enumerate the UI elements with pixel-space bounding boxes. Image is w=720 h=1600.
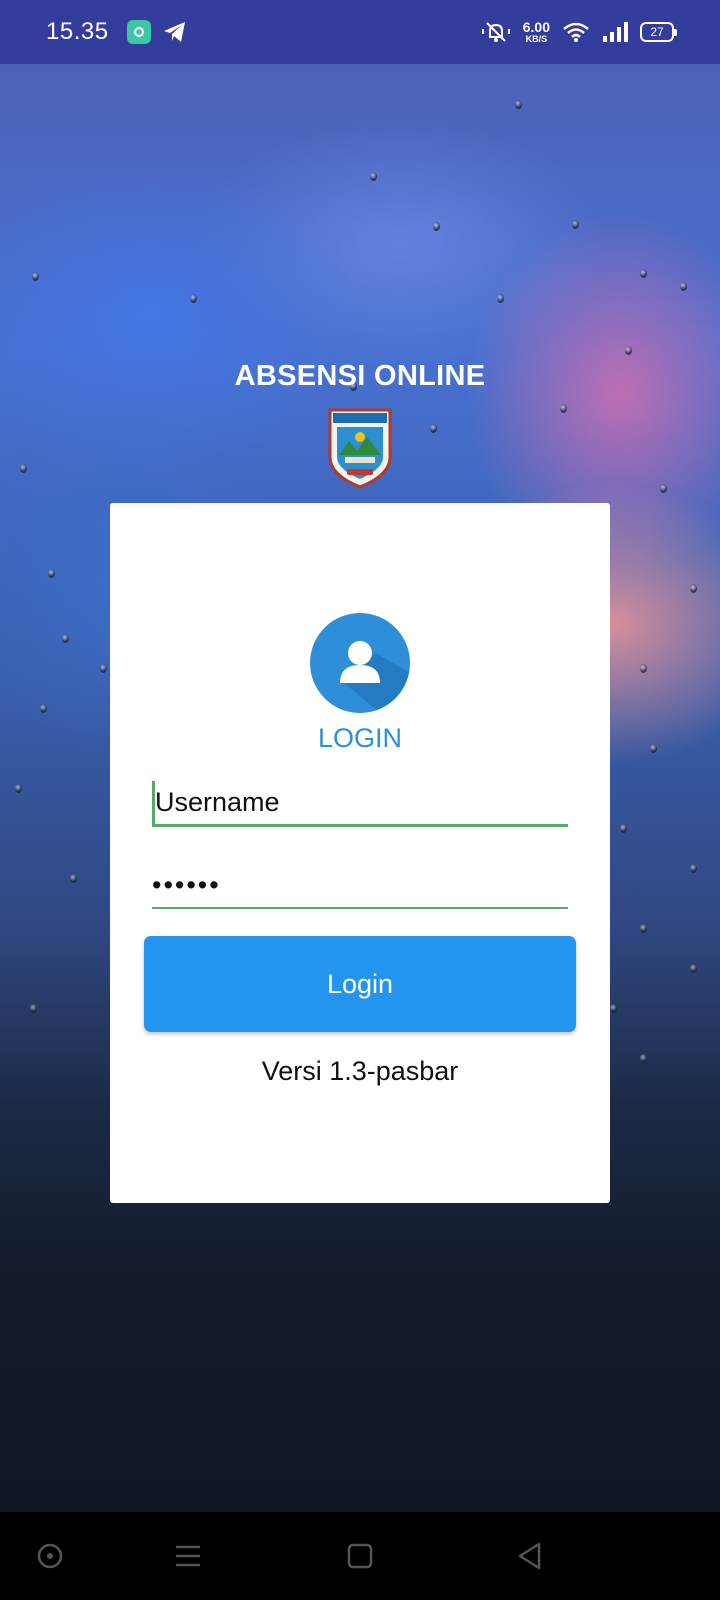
login-card: LOGIN Login Versi 1.3-pasbar (110, 503, 610, 1203)
assistant-button[interactable] (34, 1540, 66, 1572)
username-field[interactable] (152, 781, 568, 827)
signal-icon (603, 22, 628, 42)
battery-level: 27 (650, 25, 664, 39)
login-button[interactable]: Login (144, 936, 576, 1032)
wifi-icon (563, 22, 589, 42)
app-title: ABSENSI ONLINE (234, 360, 486, 392)
back-button[interactable] (514, 1540, 546, 1572)
telegram-icon (163, 22, 185, 42)
status-bar: 15.35 6.00 KB/S 27 (0, 0, 720, 64)
network-speed: 6.00 KB/S (522, 19, 550, 44)
battery-icon: 27 (640, 22, 677, 42)
version-label: Versi 1.3-pasbar (261, 1056, 459, 1086)
user-avatar-icon (310, 613, 410, 713)
navigation-bar (0, 1512, 720, 1600)
home-button[interactable] (344, 1540, 376, 1572)
silent-bell-icon (481, 22, 510, 42)
password-field[interactable] (152, 863, 568, 909)
menu-button[interactable] (172, 1540, 204, 1572)
status-time: 15.35 (46, 18, 109, 45)
pasaman-barat-emblem-icon (328, 408, 392, 489)
login-heading: LOGIN (317, 723, 403, 753)
app-notification-icon (126, 20, 151, 44)
